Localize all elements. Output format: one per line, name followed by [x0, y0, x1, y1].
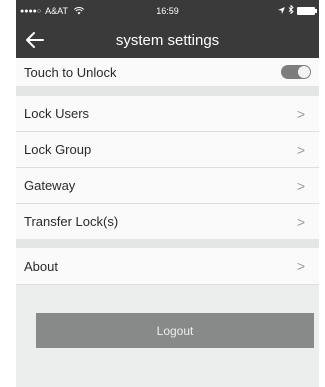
- bluetooth-icon: [288, 4, 294, 16]
- touch-to-unlock-row: Touch to Unlock: [16, 58, 319, 86]
- phone-screen: ●●●●○ A&AT 16:59 system settings Touch t…: [16, 0, 319, 387]
- gateway-label: Gateway: [24, 178, 76, 193]
- transfer-locks-label: Transfer Lock(s): [24, 214, 119, 229]
- status-time: 16:59: [156, 6, 179, 16]
- section-gap: [16, 86, 319, 96]
- transfer-locks-row[interactable]: Transfer Lock(s) >: [16, 204, 319, 239]
- lock-users-row[interactable]: Lock Users >: [16, 96, 319, 131]
- status-right: [278, 4, 317, 16]
- touch-to-unlock-label: Touch to Unlock: [24, 64, 117, 80]
- about-row[interactable]: About >: [16, 248, 319, 284]
- logout-button[interactable]: Logout: [36, 313, 314, 348]
- chevron-right-icon: >: [296, 258, 305, 274]
- page-title: system settings: [115, 32, 220, 49]
- location-icon: [278, 6, 285, 16]
- section-gap: [16, 239, 319, 248]
- chevron-right-icon: >: [296, 141, 305, 158]
- chevron-right-icon: >: [296, 105, 305, 122]
- lock-group-label: Lock Group: [24, 142, 92, 157]
- toggle-knob: [298, 66, 310, 78]
- battery-icon: [297, 6, 317, 15]
- app-header: ●●●●○ A&AT 16:59 system settings: [16, 0, 319, 58]
- lock-group-row[interactable]: Lock Group >: [16, 132, 319, 167]
- divider: [16, 284, 319, 285]
- lock-users-label: Lock Users: [24, 106, 90, 121]
- about-label: About: [24, 258, 58, 274]
- status-bar: ●●●●○ A&AT 16:59: [16, 0, 319, 24]
- touch-to-unlock-toggle[interactable]: [281, 65, 311, 79]
- chevron-right-icon: >: [296, 213, 305, 230]
- chevron-right-icon: >: [296, 177, 305, 194]
- gateway-row[interactable]: Gateway >: [16, 168, 319, 203]
- nav-bar: system settings: [16, 26, 319, 58]
